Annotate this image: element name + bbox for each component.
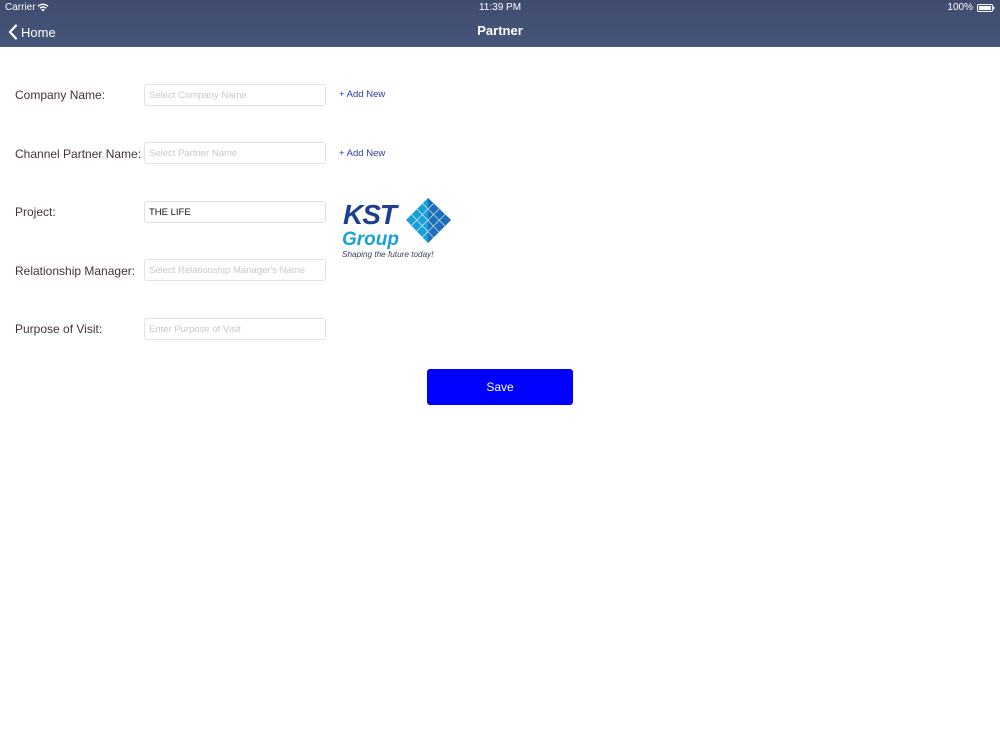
save-button[interactable]: Save [427, 369, 573, 405]
purpose-of-visit-input[interactable] [144, 318, 326, 340]
channel-partner-name-label: Channel Partner Name: [15, 147, 142, 161]
add-new-partner-link[interactable]: + Add New [339, 148, 385, 159]
relationship-manager-input[interactable] [144, 259, 326, 281]
purpose-of-visit-label: Purpose of Visit: [15, 322, 103, 336]
add-new-company-link[interactable]: + Add New [339, 89, 385, 100]
navigation-bar: Home Partner [0, 16, 1000, 47]
top-bar: Carrier 11:39 PM 100% Home Partner [0, 0, 1000, 47]
company-name-input[interactable] [144, 84, 326, 106]
status-bar: Carrier 11:39 PM 100% [0, 0, 1000, 16]
battery-icon [977, 4, 995, 12]
battery-percent: 100% [947, 2, 973, 13]
relationship-manager-label: Relationship Manager: [15, 264, 136, 278]
channel-partner-name-input[interactable] [144, 142, 326, 164]
logo-pyramid-icon [406, 198, 451, 243]
project-input[interactable] [144, 201, 326, 223]
clock: 11:39 PM [478, 2, 522, 13]
kst-group-logo: KST Group Shaping the future today! [342, 198, 451, 259]
company-name-label: Company Name: [15, 88, 106, 102]
logo-group-text: Group [342, 229, 399, 250]
logo-tagline: Shaping the future today! [342, 250, 434, 259]
page-title: Partner [477, 23, 523, 38]
project-label: Project: [15, 205, 56, 219]
logo-kst-text: KST [343, 199, 400, 230]
